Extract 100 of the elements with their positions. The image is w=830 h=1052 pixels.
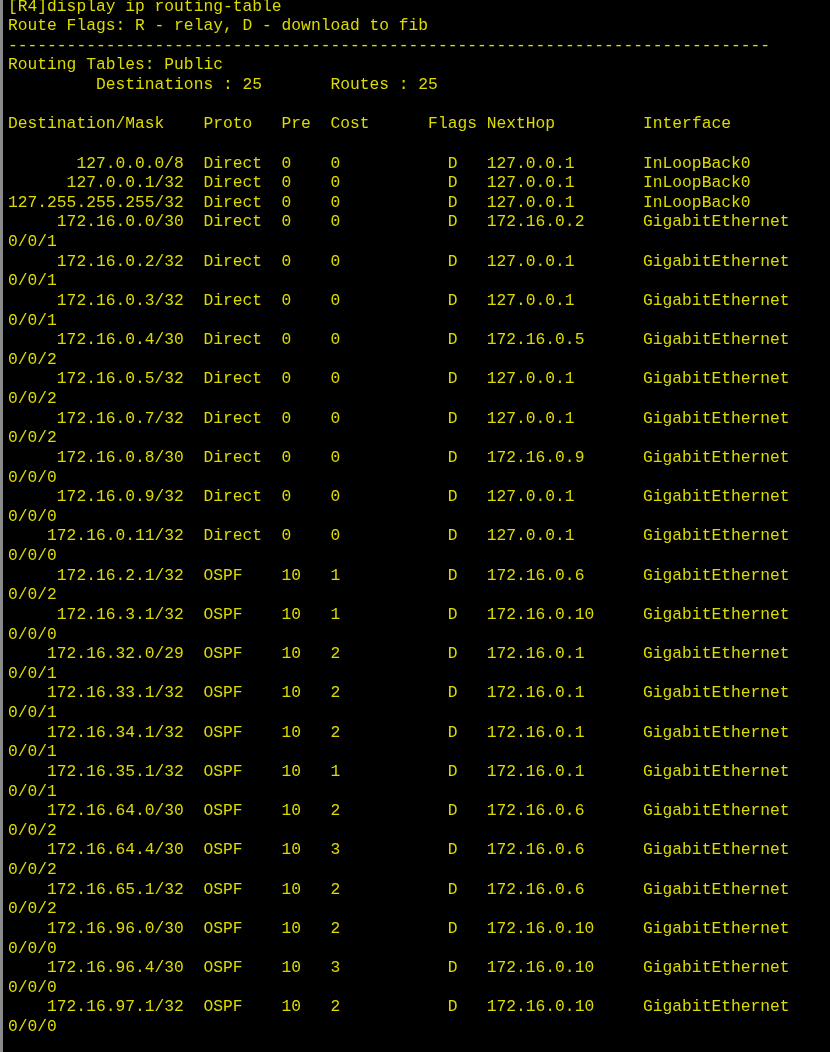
table-cell-text: 172.16.0.5 [486,329,585,352]
table-cell-text: 172.16.0.1 [486,643,585,666]
table-cell-text: 172.16.0.1 [486,721,585,744]
table-cell-text: Direct [203,152,262,175]
table-cell-text: 172.16.0.1 [486,760,585,783]
table-cell-text: GigabitEthernet [643,564,790,587]
table-cell-text: OSPF [203,682,243,705]
table-cell-text: 0 [281,289,292,312]
table-cell-text: D [447,643,458,666]
table-cell-text: 3 [330,839,341,862]
table-cell-text: D [447,525,458,548]
table-cell-text: 0/0/2 [8,427,57,450]
table-cell-text: 172.16.2.1/32 [56,564,184,587]
table-cell-text: GigabitEthernet [643,250,790,273]
table-cell-text: 10 [281,957,302,980]
table-cell-text: GigabitEthernet [643,407,790,430]
table-cell-text: 0 [330,446,341,469]
table-cell-text: 10 [281,996,302,1019]
table-cell-text: 127.0.0.1 [486,525,575,548]
table-cell-text: 0/0/0 [8,466,57,489]
table-cell-text: D [447,878,458,901]
column-header: Proto [203,113,254,136]
table-cell-text: 10 [281,643,302,666]
table-cell-text: D [447,996,458,1019]
table-cell-text: D [447,152,458,175]
table-cell-text: 172.16.0.9/32 [56,486,184,509]
table-cell-text: 0/0/0 [8,545,57,568]
table-cell-text: 10 [281,917,302,940]
table-cell-text: 172.16.0.6 [486,839,585,862]
table-cell-text: D [447,917,458,940]
table-cell-text: D [447,407,458,430]
table-cell-text: 172.16.0.2 [486,211,585,234]
table-cell-text: 10 [281,800,302,823]
table-cell-text: 172.16.0.6 [486,564,585,587]
table-cell-text: 0/0/0 [8,1016,57,1039]
table-cell-text: GigabitEthernet [643,760,790,783]
table-cell-text: 172.16.0.2/32 [56,250,184,273]
column-header: Destination/Mask [8,113,166,136]
table-cell-text: OSPF [203,878,243,901]
table-cell-text: 172.16.0.4/30 [56,329,184,352]
table-cell-text: 0/0/1 [8,780,57,803]
table-cell-text: Direct [203,407,262,430]
table-cell-text: D [447,603,458,626]
table-cell-text: 0/0/2 [8,388,57,411]
table-cell-text: GigabitEthernet [643,211,790,234]
table-cell-text: 127.0.0.1 [486,289,575,312]
table-cell-text: OSPF [203,917,243,940]
table-cell-text: 0/0/2 [8,348,57,371]
column-header: Flags [428,113,478,136]
table-cell-text: 1 [330,564,341,587]
table-cell-text: 127.0.0.0/8 [76,152,184,175]
table-cell-text: 172.16.0.10 [486,603,595,626]
table-cell-text: InLoopBack0 [643,152,751,175]
table-cell-text: Direct [203,525,262,548]
table-cell-text: 2 [330,996,341,1019]
table-cell-text: GigabitEthernet [643,289,790,312]
table-cell-text: OSPF [203,839,243,862]
table-cell-text: GigabitEthernet [643,329,790,352]
table-cell-text: OSPF [203,800,243,823]
table-cell-text: 0/0/1 [8,270,57,293]
table-cell-text: 10 [281,721,302,744]
table-cell-text: 172.16.3.1/32 [56,603,184,626]
table-cell-text: GigabitEthernet [643,643,790,666]
table-cell-text: 2 [330,917,341,940]
table-cell-text: 2 [330,682,341,705]
table-cell-text: GigabitEthernet [643,917,790,940]
table-cell-text: 0 [281,329,292,352]
table-cell-text: 2 [330,800,341,823]
table-cell-text: 0/0/2 [8,584,57,607]
table-cell-text: 0 [330,250,341,273]
table-cell-text: 10 [281,564,302,587]
table-cell-text: D [447,564,458,587]
table-cell-text: 2 [330,878,341,901]
table-cell-text: 0/0/0 [8,937,57,960]
table-cell-text: 0 [330,525,341,548]
destinations-count: Destinations : 25 [95,74,264,97]
table-cell-text: D [447,446,458,469]
table-cell-text: Direct [203,486,262,509]
table-cell-text: GigabitEthernet [643,878,790,901]
table-cell-text: 172.16.97.1/32 [47,996,184,1019]
table-cell-text: 172.16.0.1 [486,682,585,705]
table-cell-text: 1 [330,760,341,783]
table-cell-text: D [447,760,458,783]
table-cell-text: OSPF [203,721,243,744]
table-cell-text: 2 [330,721,341,744]
table-cell-text: 127.0.0.1 [486,486,575,509]
table-cell-text: D [447,250,458,273]
table-cell-text: D [447,289,458,312]
table-cell-text: GigabitEthernet [643,721,790,744]
table-cell-text: 172.16.0.6 [486,800,585,823]
table-cell-text: 172.16.64.4/30 [47,839,184,862]
routes-count: Routes : 25 [330,74,438,97]
table-cell-text: OSPF [203,564,243,587]
table-cell-text: 0 [330,486,341,509]
table-cell-text: Direct [203,368,262,391]
table-cell-text: 127.0.0.1 [486,368,575,391]
table-cell-text: 127.0.0.1 [486,407,575,430]
table-cell-text: D [447,839,458,862]
table-cell-text: 0 [330,329,341,352]
column-header: NextHop [486,113,557,136]
